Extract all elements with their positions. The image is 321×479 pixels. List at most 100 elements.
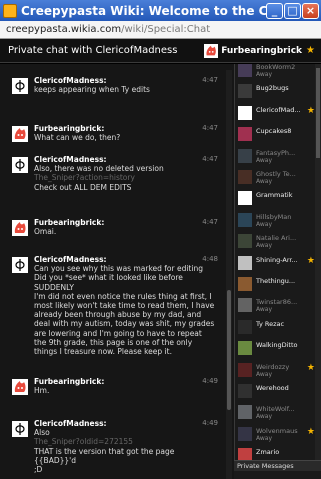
user-name: ClericofMad... <box>256 105 301 114</box>
userlist-scrollbar-thumb[interactable] <box>316 68 320 158</box>
user-list-item[interactable]: HillsbyMan Away <box>235 211 315 232</box>
url-path: /wiki/Special:Chat <box>121 24 211 35</box>
message-text: Omai. <box>34 227 57 237</box>
user-status: Away <box>256 306 272 314</box>
fire-creature-avatar-icon[interactable] <box>12 126 28 142</box>
message-author[interactable]: ClericofMadness: <box>34 76 216 85</box>
close-button[interactable]: × <box>302 2 319 19</box>
message-text: I'm did not even notice the rules thing … <box>34 291 215 357</box>
message-timestamp: 4:47 <box>202 218 218 226</box>
user-list-item[interactable]: Ty Rezac <box>235 318 315 339</box>
user-name: Weirdozzy <box>256 362 290 371</box>
message-author[interactable]: Furbearingbrick: <box>34 377 216 386</box>
message-text: Can you see why this was marked for edit… <box>34 264 203 274</box>
fire-creature-avatar-icon[interactable] <box>12 379 28 395</box>
user-avatar-icon <box>238 319 252 334</box>
header-user[interactable]: Furbearingbrick ★ <box>204 43 315 58</box>
user-avatar-icon <box>238 212 252 227</box>
user-avatar-icon <box>238 362 252 377</box>
user-name: Ghostly Te... <box>256 170 296 178</box>
star-icon: ★ <box>306 105 315 116</box>
message-author[interactable]: Furbearingbrick: <box>34 124 216 133</box>
user-list-item[interactable]: Cupcakes8 <box>235 125 315 146</box>
user-name: Shining-Arr... <box>256 255 298 264</box>
user-status: Away <box>256 220 272 228</box>
message-timestamp: 4:49 <box>202 419 218 427</box>
header-username: Furbearingbrick <box>221 45 303 56</box>
fire-creature-avatar-icon[interactable] <box>12 220 28 236</box>
chat-header: Private chat with ClericofMadness Furbea… <box>0 39 321 63</box>
message-text: keeps appearing when Ty edits <box>34 85 150 95</box>
user-list-item[interactable]: Natalie Ari... Away <box>235 232 315 253</box>
user-list-item[interactable]: BookWorm2 Away <box>235 64 315 82</box>
user-avatar-icon <box>238 255 252 270</box>
user-list-item[interactable]: Weirdozzy Away ★ <box>235 361 315 382</box>
user-status: Away <box>256 156 272 164</box>
message-link[interactable]: The_Sniper?oldid=272155 <box>34 437 216 446</box>
user-avatar-icon <box>238 298 252 313</box>
user-avatar-icon <box>238 170 252 184</box>
user-list-item[interactable]: Grammatik <box>235 189 315 210</box>
user-status: Away <box>256 434 272 442</box>
maximize-button[interactable]: □ <box>284 2 301 19</box>
user-name: WalkingDitto <box>256 341 298 350</box>
user-list-item[interactable]: Bug2bugs <box>235 82 315 103</box>
user-name: Ty Rezac <box>256 319 285 328</box>
phi-symbol-avatar-icon[interactable] <box>12 78 28 94</box>
userlist-scrollbar[interactable] <box>315 64 321 479</box>
user-status: Away <box>256 71 272 78</box>
address-bar[interactable]: creepypasta.wikia.com /wiki/Special:Chat <box>0 21 321 39</box>
user-name: Bug2bugs <box>256 84 289 93</box>
user-name: Natalie Ari... <box>256 234 297 243</box>
user-name: WhiteWolf... <box>256 405 295 414</box>
star-icon: ★ <box>306 426 315 437</box>
chat-title: Private chat with ClericofMadness <box>8 45 178 56</box>
message-text: Also <box>34 428 50 438</box>
url-host: creepypasta.wikia.com <box>6 24 122 35</box>
message-link[interactable]: The_Sniper?action=history <box>34 173 216 182</box>
chat-scrollbar[interactable] <box>226 70 232 479</box>
message-body: ClericofMadness: Can you see why this was… <box>34 255 216 356</box>
message-timestamp: 4:49 <box>202 377 218 385</box>
user-list-item[interactable]: WhiteWolf... Away <box>235 403 315 424</box>
private-messages-label[interactable]: Private Messages <box>234 460 321 471</box>
star-icon: ★ <box>306 45 315 56</box>
user-list-item[interactable]: Werehood <box>235 382 315 403</box>
message-body: ClericofMadness: keeps appearing when Ty … <box>34 76 216 94</box>
user-avatar-icon <box>238 405 252 420</box>
message-text: What can we do, then? <box>34 133 121 143</box>
minimize-button[interactable]: _ <box>266 2 283 19</box>
window-titlebar: Creepypasta Wiki: Welcome to the Creepyp… <box>0 0 321 21</box>
phi-symbol-avatar-icon[interactable] <box>12 157 28 173</box>
user-list-item[interactable]: Thethingu... <box>235 275 315 296</box>
user-name: Werehood <box>256 384 289 392</box>
phi-symbol-avatar-icon[interactable] <box>12 421 28 437</box>
user-list-item[interactable]: Ghostly Te... Away <box>235 168 315 189</box>
message-author[interactable]: Furbearingbrick: <box>34 218 216 227</box>
phi-symbol-avatar-icon[interactable] <box>12 257 28 273</box>
user-name: BookWorm2 <box>256 64 296 71</box>
chat-scrollbar-thumb[interactable] <box>227 290 231 410</box>
user-avatar-icon <box>238 426 252 441</box>
user-avatar-icon <box>238 191 252 206</box>
user-list-item[interactable]: FantasyPh... Away <box>235 147 315 168</box>
message-text: THAT is the version that got the page {{… <box>34 446 175 465</box>
user-name: Twinstar86... <box>256 298 298 307</box>
user-list-item[interactable]: Wolvenmaus Away ★ <box>235 425 315 446</box>
message-text: ;D <box>34 465 43 475</box>
user-list-item[interactable]: ClericofMad... ★ <box>235 104 315 125</box>
message-body: ClericofMadness: Also The_Sniper?oldid=272… <box>34 419 216 474</box>
message-author[interactable]: ClericofMadness: <box>34 419 216 428</box>
user-list-item[interactable]: Twinstar86... Away <box>235 296 315 317</box>
user-name: Wolvenmaus <box>256 426 298 435</box>
star-icon: ★ <box>306 362 315 373</box>
message-timestamp: 4:48 <box>202 255 218 263</box>
user-avatar-icon <box>238 105 252 120</box>
user-status: Away <box>256 178 272 185</box>
message-author[interactable]: ClericofMadness: <box>34 255 216 264</box>
user-list-item[interactable]: Shining-Arr... ★ <box>235 254 315 275</box>
message-text: Also, there was no deleted version <box>34 164 164 174</box>
user-avatar-icon <box>238 127 252 142</box>
message-author[interactable]: ClericofMadness: <box>34 155 216 164</box>
user-list-item[interactable]: WalkingDitto <box>235 339 315 360</box>
